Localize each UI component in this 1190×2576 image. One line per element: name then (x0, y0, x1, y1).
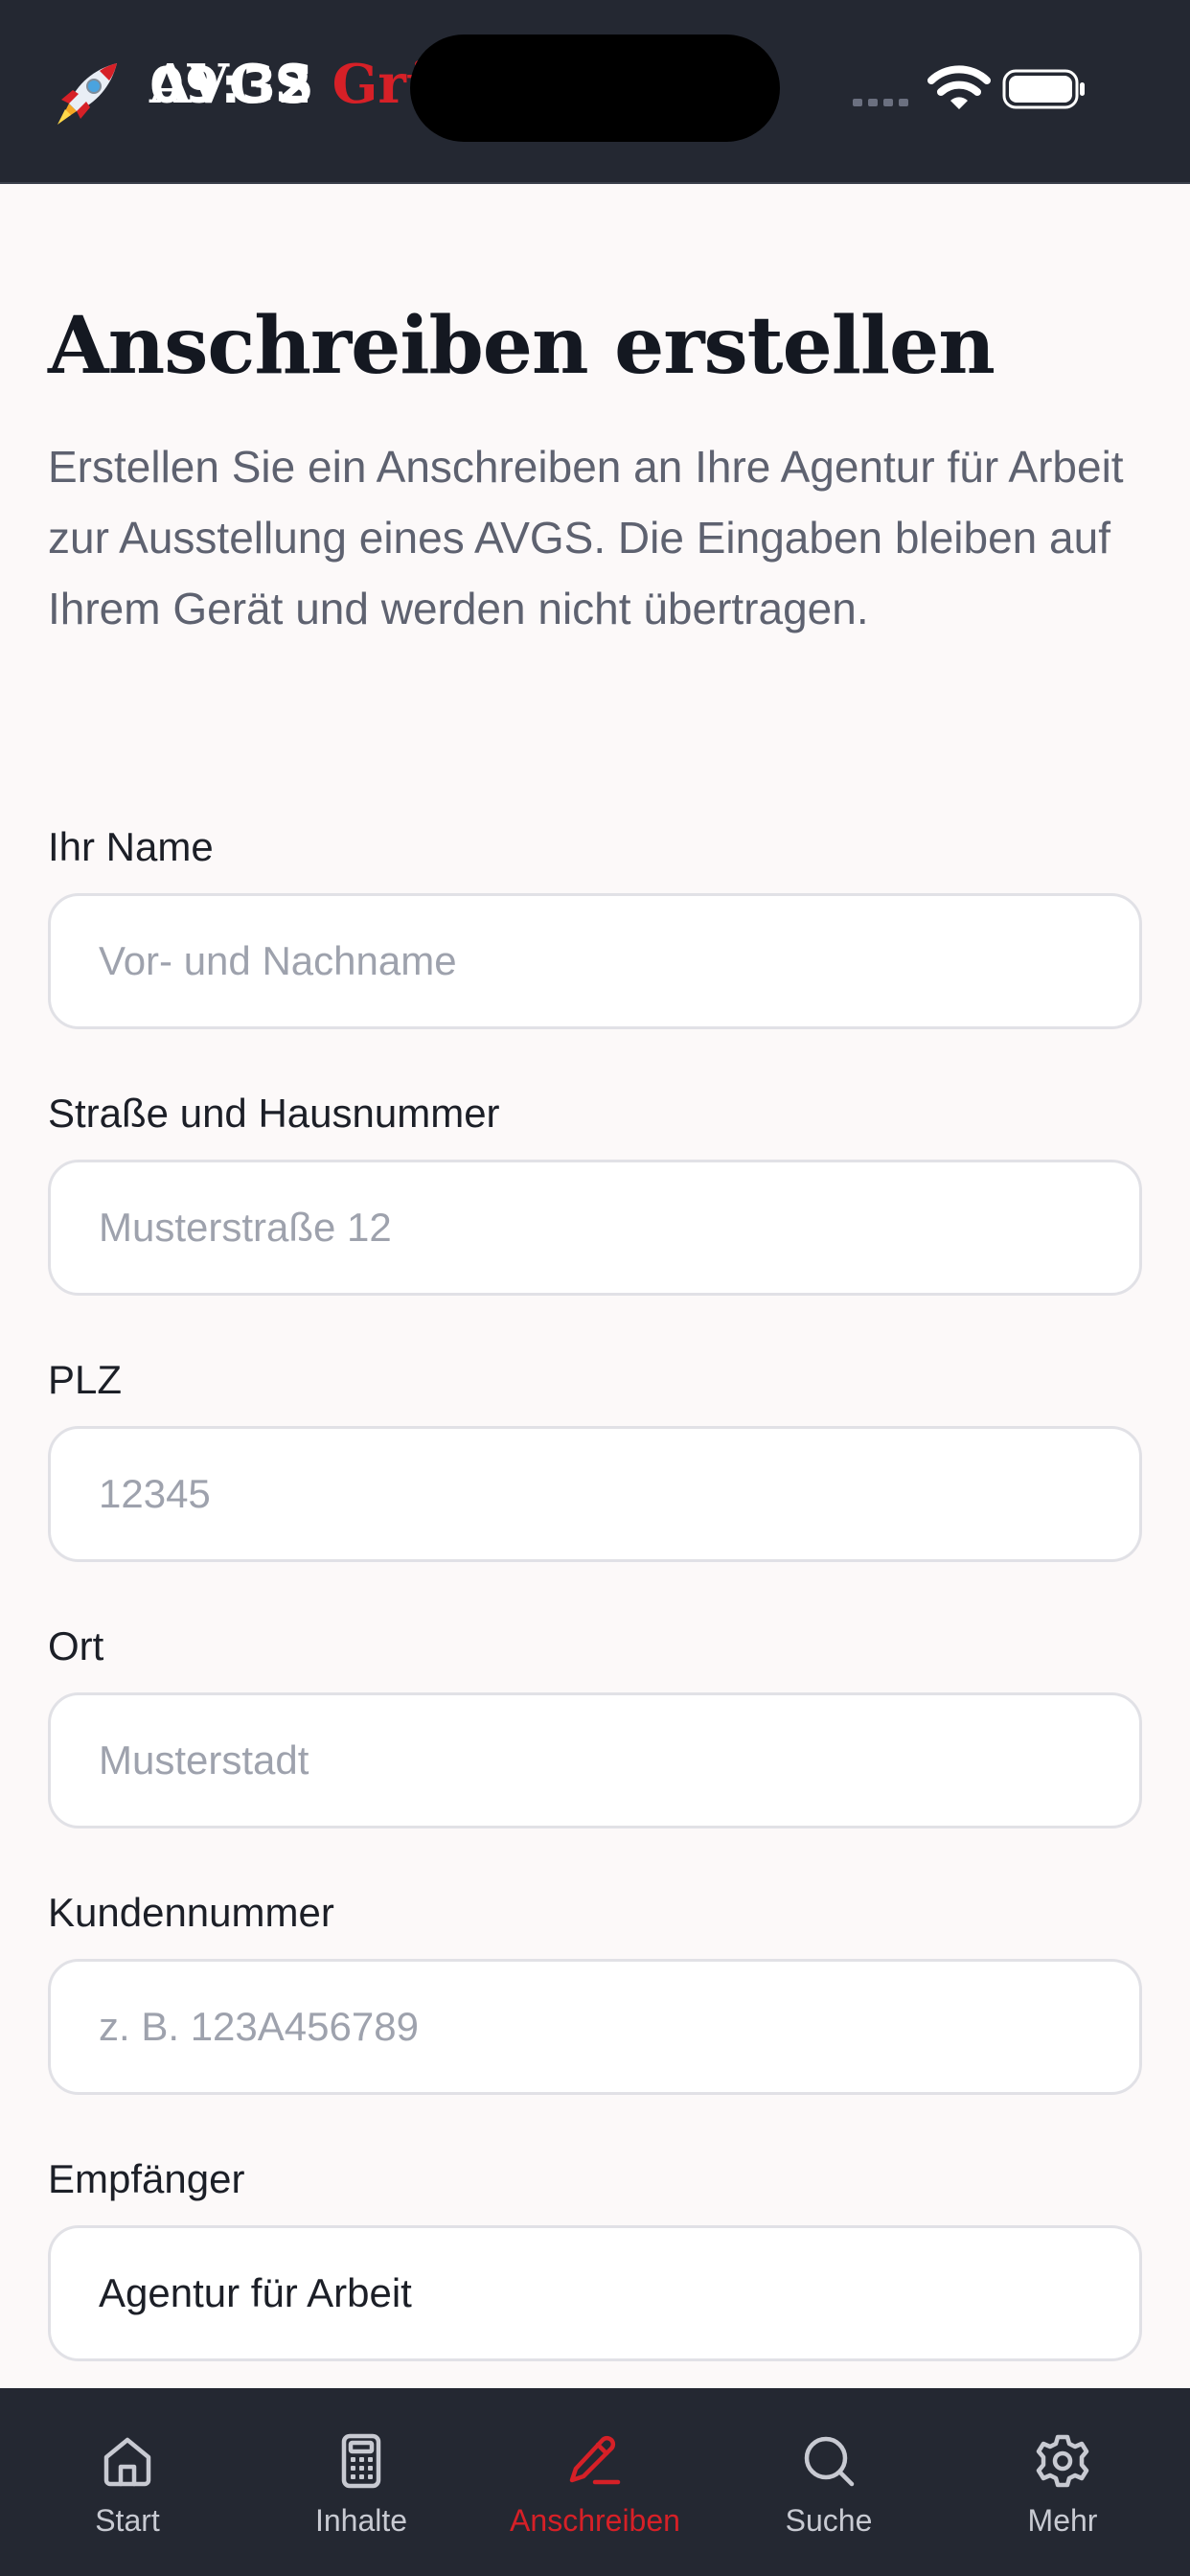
name-input[interactable] (48, 893, 1142, 1029)
cellular-signal-icon (853, 99, 908, 106)
pen-icon (569, 2435, 621, 2485)
battery-icon (1002, 69, 1085, 109)
tab-label-anschreiben: Anschreiben (510, 2503, 680, 2538)
recipient-input[interactable] (48, 2225, 1142, 2361)
page-title: Anschreiben erstellen (48, 300, 995, 392)
street-label: Straße und Hausnummer (48, 1091, 500, 1136)
tab-label-inhalte: Inhalte (314, 2503, 408, 2538)
city-input[interactable] (48, 1692, 1142, 1828)
tab-inhalte[interactable]: Inhalte (242, 2388, 480, 2576)
tab-label-start: Start (95, 2503, 160, 2538)
tab-suche[interactable]: Suche (710, 2388, 948, 2576)
wifi-icon (927, 65, 991, 109)
tab-mehr[interactable]: Mehr (944, 2388, 1181, 2576)
zip-label: PLZ (48, 1357, 123, 1402)
tab-anschreiben[interactable]: Anschreiben (476, 2388, 714, 2576)
home-icon (103, 2437, 151, 2487)
status-time: 09:32 (149, 58, 313, 115)
name-label: Ihr Name (48, 824, 214, 869)
bottom-tab-bar: Start Inhalte Anschreiben Suche Mehr (0, 2388, 1190, 2576)
recipient-label: Empfänger (48, 2156, 245, 2201)
city-label: Ort (48, 1623, 104, 1668)
tab-label-mehr: Mehr (1027, 2503, 1098, 2538)
calculator-icon (341, 2433, 381, 2489)
zip-input[interactable] (48, 1426, 1142, 1562)
street-input[interactable] (48, 1160, 1142, 1296)
tab-label-suche: Suche (785, 2503, 873, 2538)
intro-text: Erstellen Sie ein Anschreiben an Ihre Ag… (48, 442, 1124, 633)
search-icon (804, 2436, 855, 2487)
tab-start[interactable]: Start (9, 2388, 246, 2576)
customer-number-input[interactable] (48, 1959, 1142, 2095)
gear-icon (1036, 2434, 1089, 2488)
customer-number-label: Kundennummer (48, 1890, 334, 1935)
dynamic-island (410, 34, 780, 142)
rocket-icon (57, 63, 117, 125)
app-header: AVGS Grü 09:32 (0, 0, 1190, 184)
